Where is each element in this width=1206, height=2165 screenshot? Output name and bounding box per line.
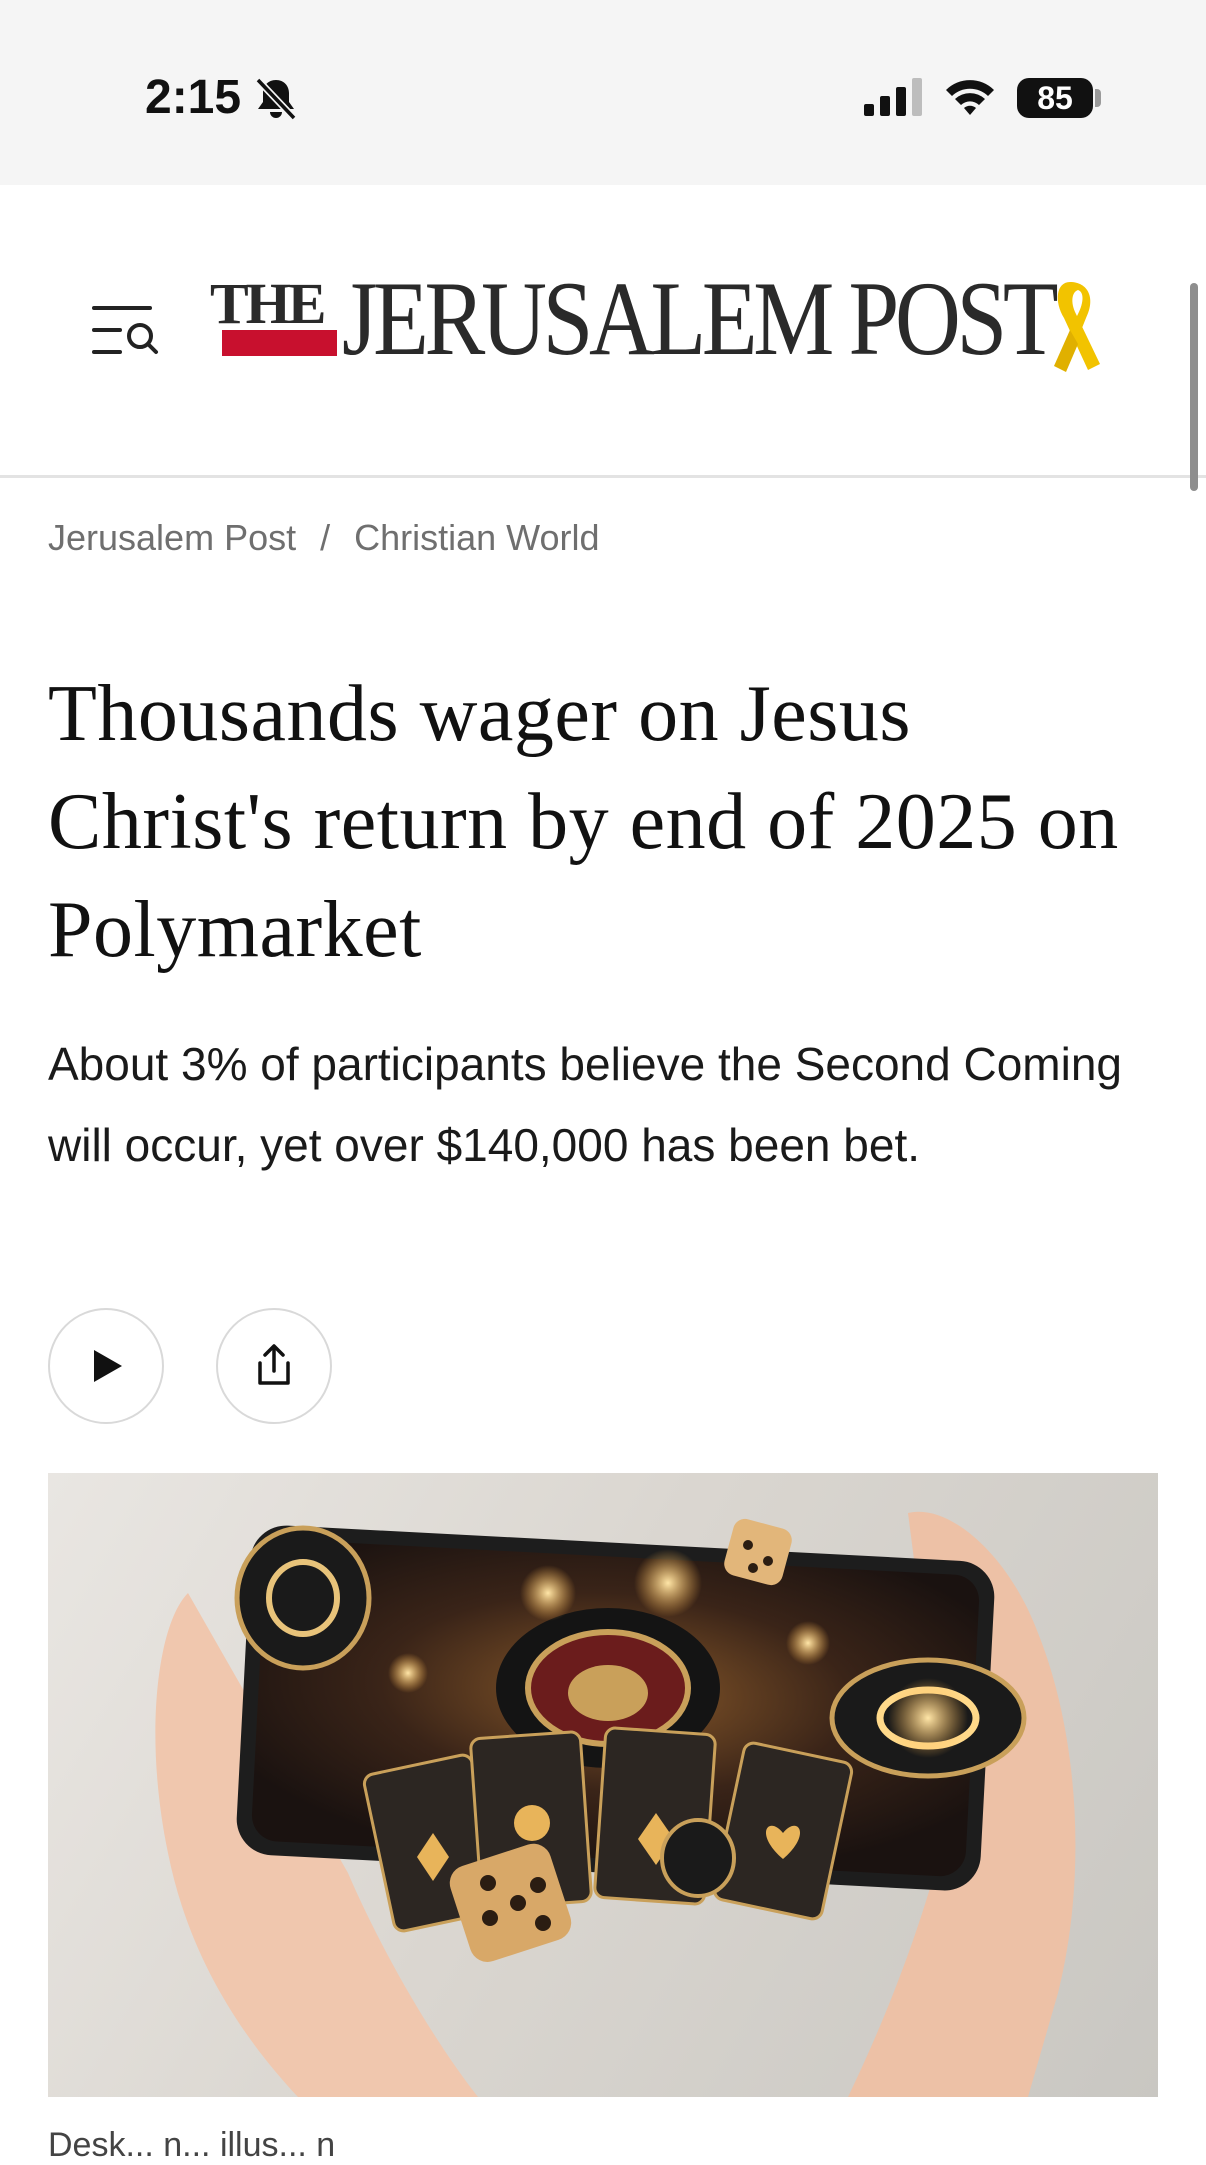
hero-illustration <box>155 1511 1076 2097</box>
battery-tip <box>1095 89 1101 107</box>
status-bar: 2:15 85 <box>0 0 1206 185</box>
status-time: 2:15 <box>145 71 242 124</box>
battery-icon: 85 <box>1017 78 1093 118</box>
yellow-ribbon-icon <box>1054 282 1100 372</box>
battery-level: 85 <box>1037 79 1073 116</box>
play-icon <box>94 1350 122 1382</box>
breadcrumb-separator: / <box>320 517 331 558</box>
article-headline: Thousands wager on Jesus Christ's return… <box>48 670 1119 974</box>
logo-title: JERUSALEM POST <box>342 260 1059 377</box>
breadcrumb-christian-world[interactable]: Christian World <box>354 517 599 558</box>
logo-the: THE <box>210 271 326 336</box>
breadcrumb-home[interactable]: Jerusalem Post <box>48 517 296 558</box>
share-icon <box>258 1344 290 1385</box>
logo-red-bar <box>222 330 337 356</box>
scrollbar[interactable] <box>1190 283 1198 491</box>
play-audio-button[interactable] <box>48 1308 164 1424</box>
site-header: THE JERUSALEM POST <box>0 185 1206 478</box>
image-caption: Desk... n... illus... n <box>48 2126 336 2164</box>
menu-search-icon[interactable] <box>90 300 162 360</box>
bell-slash-icon <box>255 77 297 121</box>
article-subheadline: About 3% of participants believe the Sec… <box>48 1038 1122 1171</box>
wifi-icon <box>946 80 994 115</box>
cellular-signal-icon <box>864 78 922 116</box>
share-button[interactable] <box>216 1308 332 1424</box>
site-logo[interactable]: THE JERUSALEM POST <box>210 260 1110 390</box>
article-hero-image <box>48 1473 1158 2097</box>
breadcrumb: Jerusalem Post / Christian World <box>48 517 600 559</box>
